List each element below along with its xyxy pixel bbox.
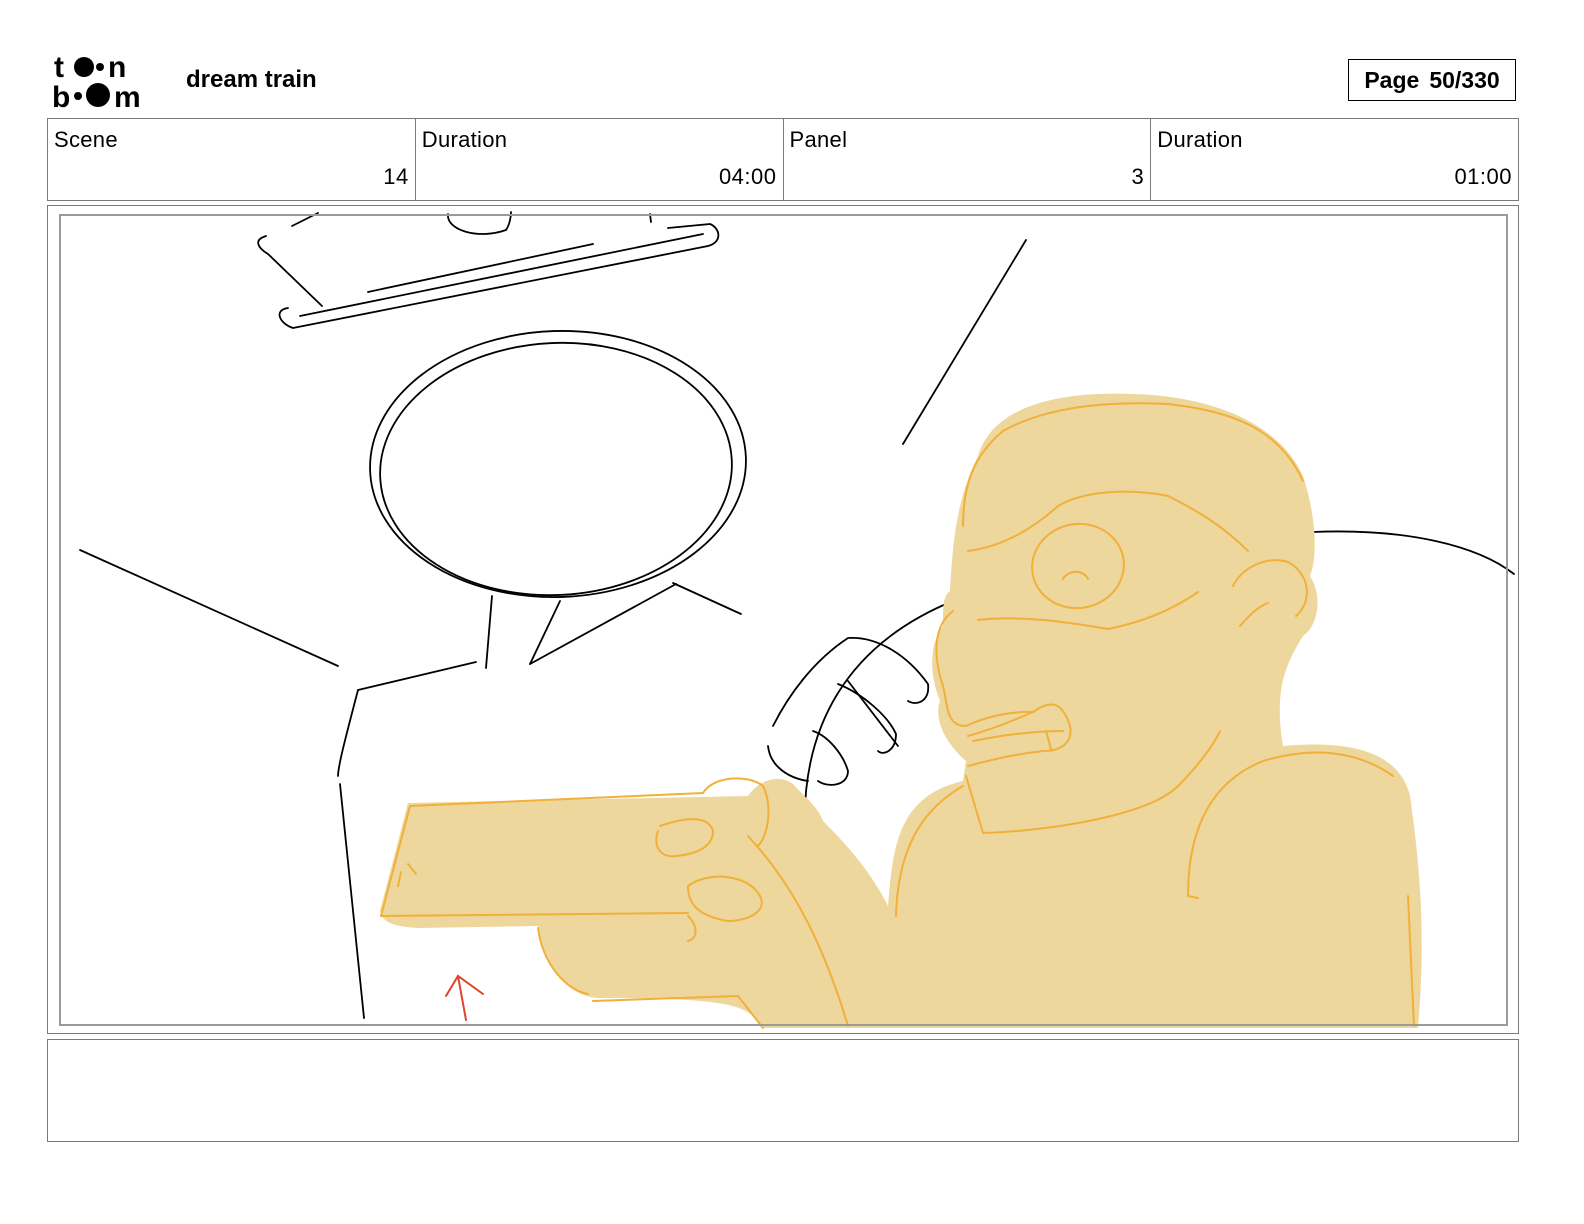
scene-duration-label: Duration xyxy=(421,127,508,152)
panel-info-row: Scene 14 Duration 04:00 Panel 3 Duration… xyxy=(47,118,1519,201)
character-figure xyxy=(380,393,1422,1029)
page-label: Page xyxy=(1364,66,1420,93)
panel-cell: Panel 3 xyxy=(784,119,1152,200)
scene-cell: Scene 14 xyxy=(48,119,416,200)
red-arrow-icon xyxy=(445,974,484,1021)
svg-text:n: n xyxy=(108,52,126,84)
svg-text:m: m xyxy=(114,81,141,110)
scene-label: Scene xyxy=(54,127,118,152)
panel-duration-value: 01:00 xyxy=(1454,164,1512,189)
scene-duration-value: 04:00 xyxy=(718,164,777,189)
toon-boom-logo: t n b m xyxy=(52,51,164,114)
svg-text:t: t xyxy=(54,52,64,84)
panel-duration-cell: Duration 01:00 xyxy=(1151,119,1518,200)
svg-text:b: b xyxy=(52,81,70,110)
storyboard-sketch xyxy=(79,211,1515,1029)
panel-duration-label: Duration xyxy=(1157,127,1243,152)
page-indicator: Page 50/330 xyxy=(1348,59,1516,101)
panel-label: Panel xyxy=(789,127,848,152)
project-title: dream train xyxy=(186,66,317,93)
panel-notes-box xyxy=(47,1039,1519,1142)
panel-value: 3 xyxy=(1131,164,1145,189)
panel-image-frame xyxy=(47,205,1519,1034)
page-number: 50/330 xyxy=(1429,66,1500,93)
scene-duration-cell: Duration 04:00 xyxy=(416,119,784,200)
scene-value: 14 xyxy=(383,164,409,189)
